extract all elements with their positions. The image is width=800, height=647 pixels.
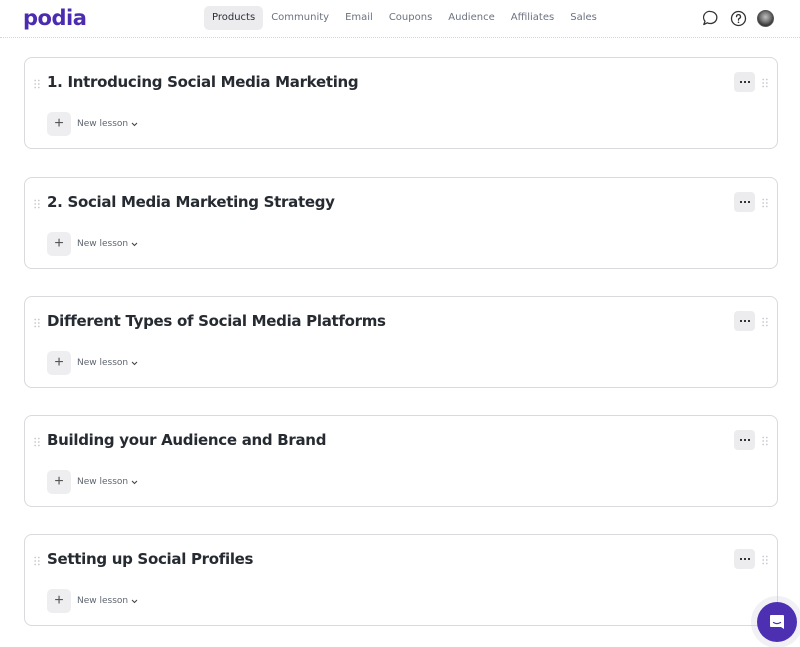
section-title[interactable]: 2. Social Media Marketing Strategy (47, 193, 335, 211)
new-lesson-label: New lesson (77, 477, 129, 487)
top-icons (701, 9, 774, 27)
drag-handle-icon[interactable] (762, 198, 768, 208)
ellipsis-icon (739, 320, 750, 322)
new-lesson-button[interactable]: + New lesson (47, 470, 138, 494)
help-icon[interactable] (729, 9, 747, 27)
chevron-down-icon (131, 122, 138, 126)
nav-sales[interactable]: Sales (562, 6, 605, 30)
new-lesson-label: New lesson (77, 596, 129, 606)
avatar[interactable] (757, 9, 774, 27)
section-title[interactable]: Setting up Social Profiles (47, 550, 253, 568)
more-options-button[interactable] (734, 549, 755, 569)
new-lesson-button[interactable]: + New lesson (47, 232, 138, 256)
plus-icon[interactable]: + (47, 351, 71, 375)
new-lesson-label: New lesson (77, 358, 129, 368)
podia-logo[interactable]: podia (23, 6, 87, 30)
more-options-button[interactable] (734, 192, 755, 212)
plus-icon[interactable]: + (47, 589, 71, 613)
nav-audience[interactable]: Audience (440, 6, 502, 30)
chat-bubble-icon[interactable] (701, 9, 719, 27)
drag-handle-icon[interactable] (762, 555, 768, 565)
section-card: Building your Audience and Brand + New l… (24, 415, 778, 507)
nav-email[interactable]: Email (337, 6, 381, 30)
section-title[interactable]: Building your Audience and Brand (47, 431, 326, 449)
main-nav: Products Community Email Coupons Audienc… (204, 6, 605, 30)
drag-handle-icon[interactable] (34, 199, 40, 209)
plus-icon[interactable]: + (47, 232, 71, 256)
section-title[interactable]: 1. Introducing Social Media Marketing (47, 73, 359, 91)
nav-products[interactable]: Products (204, 6, 264, 30)
plus-icon[interactable]: + (47, 112, 71, 136)
drag-handle-icon[interactable] (34, 318, 40, 328)
section-title[interactable]: Different Types of Social Media Platform… (47, 312, 386, 330)
more-options-button[interactable] (734, 72, 755, 92)
chat-widget-button[interactable] (757, 602, 797, 642)
more-options-button[interactable] (734, 430, 755, 450)
chevron-down-icon (131, 599, 138, 603)
drag-handle-icon[interactable] (34, 437, 40, 447)
new-lesson-button[interactable]: + New lesson (47, 589, 138, 613)
new-lesson-label: New lesson (77, 119, 129, 129)
messenger-icon (770, 615, 784, 629)
nav-coupons[interactable]: Coupons (381, 6, 440, 30)
section-card: Different Types of Social Media Platform… (24, 296, 778, 388)
ellipsis-icon (739, 81, 750, 83)
drag-handle-icon[interactable] (34, 79, 40, 89)
chevron-down-icon (131, 480, 138, 484)
ellipsis-icon (739, 439, 750, 441)
nav-community[interactable]: Community (263, 6, 337, 30)
drag-handle-icon[interactable] (762, 436, 768, 446)
ellipsis-icon (739, 558, 750, 560)
top-navigation-bar: podia Products Community Email Coupons A… (0, 0, 800, 38)
new-lesson-button[interactable]: + New lesson (47, 351, 138, 375)
drag-handle-icon[interactable] (34, 556, 40, 566)
new-lesson-button[interactable]: + New lesson (47, 112, 138, 136)
section-card: 1. Introducing Social Media Marketing + … (24, 57, 778, 149)
drag-handle-icon[interactable] (762, 317, 768, 327)
chevron-down-icon (131, 242, 138, 246)
more-options-button[interactable] (734, 311, 755, 331)
section-card: Setting up Social Profiles + New lesson (24, 534, 778, 626)
chevron-down-icon (131, 361, 138, 365)
plus-icon[interactable]: + (47, 470, 71, 494)
ellipsis-icon (739, 201, 750, 203)
drag-handle-icon[interactable] (762, 78, 768, 88)
new-lesson-label: New lesson (77, 239, 129, 249)
nav-affiliates[interactable]: Affiliates (503, 6, 562, 30)
section-card: 2. Social Media Marketing Strategy + New… (24, 177, 778, 269)
